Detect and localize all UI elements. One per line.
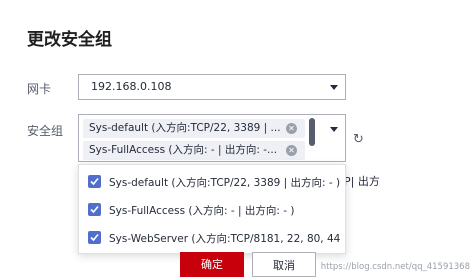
refresh-icon[interactable]: ↻ xyxy=(353,132,364,147)
option-label: Sys-default (入方向:TCP/22, 3389 | 出方向: - ) xyxy=(109,177,341,189)
dropdown-option[interactable]: Sys-WebServer (入方向:TCP/8181, 22, 80, 44.… xyxy=(79,225,345,251)
chevron-down-icon xyxy=(330,127,338,132)
dropdown-option[interactable]: Sys-default (入方向:TCP/22, 3389 | 出方向: - ) xyxy=(79,169,345,195)
cancel-button[interactable]: 取消 xyxy=(252,252,316,277)
selected-tag: Sys-FullAccess (入方向: - | 出方向: -... ✕ xyxy=(83,141,305,160)
security-group-label: 安全组 xyxy=(27,124,64,138)
dialog-title: 更改安全组 xyxy=(27,30,112,50)
chevron-down-icon xyxy=(330,85,338,90)
security-group-dropdown: Sys-default (入方向:TCP/22, 3389 | 出方向: - )… xyxy=(78,164,346,254)
selected-tag: Sys-default (入方向:TCP/22, 3389 | ... ✕ xyxy=(83,119,305,138)
nic-select-value: 192.168.0.108 xyxy=(91,80,172,93)
option-label: Sys-WebServer (入方向:TCP/8181, 22, 80, 44.… xyxy=(109,233,341,245)
change-security-group-dialog: 更改安全组 网卡 192.168.0.108 安全组 Sys-default (… xyxy=(0,0,474,279)
checkbox-checked-icon[interactable] xyxy=(88,175,101,188)
nic-select[interactable]: 192.168.0.108 xyxy=(78,74,346,100)
checkbox-checked-icon[interactable] xyxy=(88,231,101,244)
dropdown-option[interactable]: Sys-FullAccess (入方向: - | 出方向: - ) xyxy=(79,197,345,223)
nic-label: 网卡 xyxy=(27,82,52,96)
checkbox-checked-icon[interactable] xyxy=(88,203,101,216)
option-label: Sys-FullAccess (入方向: - | 出方向: - ) xyxy=(109,205,295,217)
security-group-select[interactable]: Sys-default (入方向:TCP/22, 3389 | ... ✕ Sy… xyxy=(78,114,346,162)
selected-tag-label: Sys-default (入方向:TCP/22, 3389 | ... xyxy=(89,122,281,134)
scrollbar-thumb[interactable] xyxy=(309,118,315,146)
selected-tag-label: Sys-FullAccess (入方向: - | 出方向: -... xyxy=(89,144,278,156)
watermark: https://blog.csdn.net/qq_41591368 xyxy=(320,262,470,272)
obscured-text: P| 出方 xyxy=(344,175,380,188)
remove-tag-icon[interactable]: ✕ xyxy=(286,145,297,156)
confirm-button[interactable]: 确定 xyxy=(180,252,244,277)
remove-tag-icon[interactable]: ✕ xyxy=(286,123,297,134)
